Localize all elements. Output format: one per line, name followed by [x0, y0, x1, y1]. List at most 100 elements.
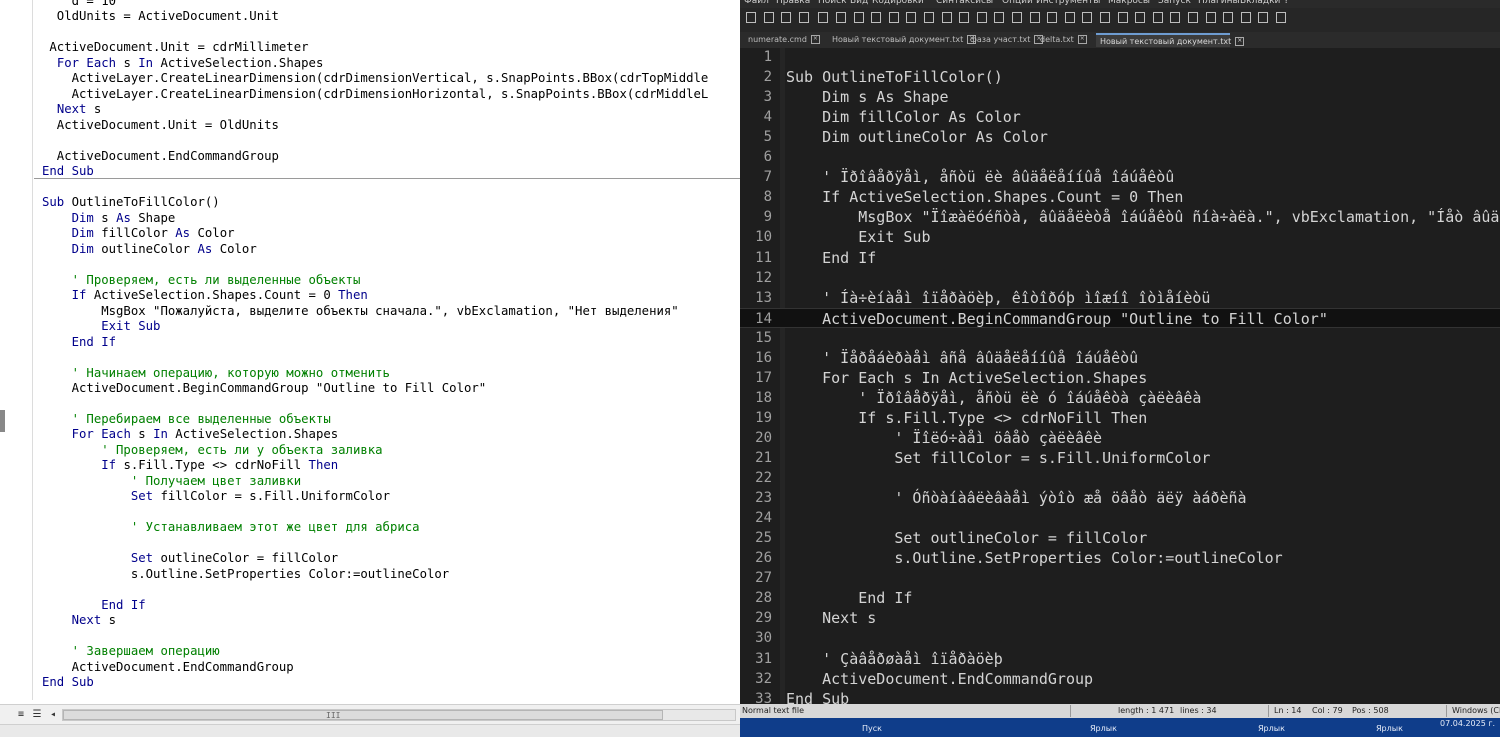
- editor-line[interactable]: 22: [740, 468, 1500, 488]
- indent-guide-icon[interactable]: [1100, 12, 1110, 23]
- save-macro-icon[interactable]: [1276, 12, 1286, 23]
- run-macro-icon[interactable]: [1258, 12, 1269, 23]
- menu-item[interactable]: Синтаксисы: [936, 0, 993, 6]
- menu-item[interactable]: Вкладки: [1240, 0, 1280, 6]
- editor-line[interactable]: 1: [740, 48, 1500, 67]
- menu-item[interactable]: Файл: [744, 0, 769, 6]
- close-all-icon[interactable]: [836, 12, 846, 23]
- replace-icon[interactable]: [976, 12, 987, 23]
- file-tab[interactable]: numerate.cmd ×: [744, 33, 824, 47]
- paste-icon[interactable]: [906, 12, 917, 23]
- menu-item[interactable]: Инструменты: [1036, 0, 1100, 6]
- stop-macro-icon[interactable]: [1223, 12, 1234, 23]
- menu-item[interactable]: Макросы: [1108, 0, 1150, 6]
- taskbar-item[interactable]: Ярлык: [1376, 724, 1403, 733]
- menu-item[interactable]: Вид: [850, 0, 868, 6]
- redo-icon[interactable]: [941, 12, 952, 23]
- menu-item[interactable]: Поиск: [818, 0, 847, 6]
- menu-item[interactable]: Опции: [1002, 0, 1033, 6]
- find-icon[interactable]: [959, 12, 970, 23]
- menu-item[interactable]: ?: [1284, 0, 1289, 6]
- close-icon[interactable]: [818, 12, 829, 23]
- zoom-out-icon[interactable]: [1012, 12, 1022, 23]
- word-wrap-icon[interactable]: [1064, 12, 1075, 23]
- tab-close-icon[interactable]: ×: [810, 35, 820, 44]
- zoom-in-icon[interactable]: [994, 12, 1005, 23]
- editor-line[interactable]: 24: [740, 508, 1500, 528]
- print-icon[interactable]: [853, 12, 864, 23]
- taskbar-item[interactable]: Пуск: [862, 724, 882, 733]
- editor-line[interactable]: 23 ' Óñòàíàâëèâàåì ýòîò æå öâåò äëÿ àáðè…: [740, 488, 1500, 508]
- function-list-icon[interactable]: [1152, 12, 1163, 23]
- editor-line[interactable]: 6: [740, 147, 1500, 167]
- editor-line[interactable]: 3 Dim s As Shape: [740, 87, 1500, 107]
- sync-vertical-icon[interactable]: [1029, 12, 1040, 23]
- editor-line[interactable]: 33 End Sub: [740, 689, 1500, 704]
- editor-line[interactable]: 31 ' Çàâåðøàåì îïåðàöèþ: [740, 649, 1500, 669]
- editor-line[interactable]: 16 ' Ïåðåáèðàåì âñå âûäåëåííûå îáúåêòû: [740, 348, 1500, 368]
- editor-line[interactable]: 18 ' Ïðîâåðÿåì, åñòü ëè ó îáúåêòà çàëèâê…: [740, 388, 1500, 408]
- file-tab[interactable]: Новый текстовый документ.txt ×: [828, 33, 977, 47]
- doc-map-icon[interactable]: [1135, 12, 1146, 23]
- file-tab[interactable]: фаза участ.txt ×: [966, 33, 1044, 47]
- editor-line[interactable]: 29 Next s: [740, 608, 1500, 628]
- menu-item[interactable]: Кодировки: [872, 0, 924, 6]
- scrollbar-thumb[interactable]: III: [63, 710, 663, 720]
- taskbar-item[interactable]: Ярлык: [1090, 724, 1117, 733]
- cut-icon[interactable]: [871, 12, 882, 23]
- editor-line[interactable]: 9 MsgBox "Ïîæàëóéñòà, âûäåëèòå îáúåêòû ñ…: [740, 207, 1500, 227]
- editor-line[interactable]: 11 End If: [740, 248, 1500, 268]
- editor-line[interactable]: 25 Set outlineColor = fillColor: [740, 528, 1500, 548]
- monitor-icon[interactable]: [1188, 12, 1198, 23]
- record-macro-icon[interactable]: [1205, 12, 1216, 23]
- copy-icon[interactable]: [888, 12, 899, 23]
- save-icon[interactable]: [781, 12, 792, 23]
- current-line[interactable]: 14 ActiveDocument.BeginCommandGroup "Out…: [740, 307, 1500, 328]
- editor-line[interactable]: 4 Dim fillColor As Color: [740, 107, 1500, 127]
- menu-item[interactable]: Запуск: [1158, 0, 1191, 6]
- menu-item[interactable]: Плагины: [1198, 0, 1240, 6]
- editor-line[interactable]: 26 s.Outline.SetProperties Color:=outlin…: [740, 548, 1500, 568]
- editor-line[interactable]: 15: [740, 328, 1500, 348]
- editor-line[interactable]: 2 Sub OutlineToFillColor(): [740, 67, 1500, 87]
- text-editor[interactable]: 1 2 Sub OutlineToFillColor() 3 Dim s As Sha…: [740, 48, 1500, 704]
- tab-close-icon[interactable]: ×: [1077, 35, 1087, 44]
- scroll-left-icon[interactable]: ◂: [46, 709, 60, 721]
- editor-line[interactable]: 8 If ActiveSelection.Shapes.Count = 0 Th…: [740, 187, 1500, 207]
- editor-line[interactable]: 7 ' Ïðîâåðÿåì, åñòü ëè âûäåëåííûå îáúåêò…: [740, 167, 1500, 187]
- taskbar-item[interactable]: Ярлык: [1258, 724, 1285, 733]
- show-all-chars-icon[interactable]: [1082, 12, 1093, 23]
- file-tab[interactable]: Новый текстовый документ.txt ×: [1096, 33, 1245, 47]
- editor-line[interactable]: 13 ' Íà÷èíàåì îïåðàöèþ, êîòîðóþ ìîæíî îò…: [740, 288, 1500, 308]
- editor-line[interactable]: 12: [740, 268, 1500, 288]
- editor-line[interactable]: 19 If s.Fill.Type <> cdrNoFill Then: [740, 408, 1500, 428]
- file-tab[interactable]: delta.txt ×: [1036, 33, 1092, 47]
- editor-line[interactable]: 5 Dim outlineColor As Color: [740, 127, 1500, 147]
- editor-line[interactable]: 20 ' Ïîëó÷àåì öâåò çàëèâêè: [740, 428, 1500, 448]
- scrollbar-track[interactable]: III: [62, 709, 736, 721]
- vba-code-area[interactable]: d = 10 OldUnits = ActiveDocument.Unit Ac…: [42, 0, 740, 700]
- horizontal-scrollbar[interactable]: ≡ ☰ ◂ III: [0, 704, 740, 725]
- taskbar-clock[interactable]: 07.04.2025 г.: [1440, 719, 1495, 728]
- open-file-icon[interactable]: [763, 12, 774, 23]
- editor-line[interactable]: 21 Set fillColor = s.Fill.UniformColor: [740, 448, 1500, 468]
- save-all-icon[interactable]: [798, 12, 809, 23]
- line-text: ' Óñòàíàâëèâàåì ýòîò æå öâåò äëÿ àáðèñà: [786, 489, 1247, 508]
- tab-close-icon[interactable]: ×: [1235, 37, 1245, 46]
- undo-icon[interactable]: [924, 12, 934, 23]
- editor-line[interactable]: 28 End If: [740, 588, 1500, 608]
- sync-horizontal-icon[interactable]: [1047, 12, 1058, 23]
- editor-line[interactable]: 32 ActiveDocument.EndCommandGroup: [740, 669, 1500, 689]
- procedure-view-icon[interactable]: ≡: [14, 709, 28, 721]
- play-macro-icon[interactable]: [1240, 12, 1251, 23]
- full-module-view-icon[interactable]: ☰: [30, 709, 44, 721]
- editor-line[interactable]: 10 Exit Sub: [740, 227, 1500, 247]
- menu-item[interactable]: Правка: [776, 0, 810, 6]
- new-file-icon[interactable]: [746, 12, 756, 23]
- splitter-handle[interactable]: [0, 410, 5, 432]
- editor-line[interactable]: 30: [740, 628, 1500, 648]
- language-icon[interactable]: [1117, 12, 1128, 23]
- editor-line[interactable]: 17 For Each s In ActiveSelection.Shapes: [740, 368, 1500, 388]
- folder-workspace-icon[interactable]: [1170, 12, 1181, 23]
- editor-line[interactable]: 27: [740, 568, 1500, 588]
